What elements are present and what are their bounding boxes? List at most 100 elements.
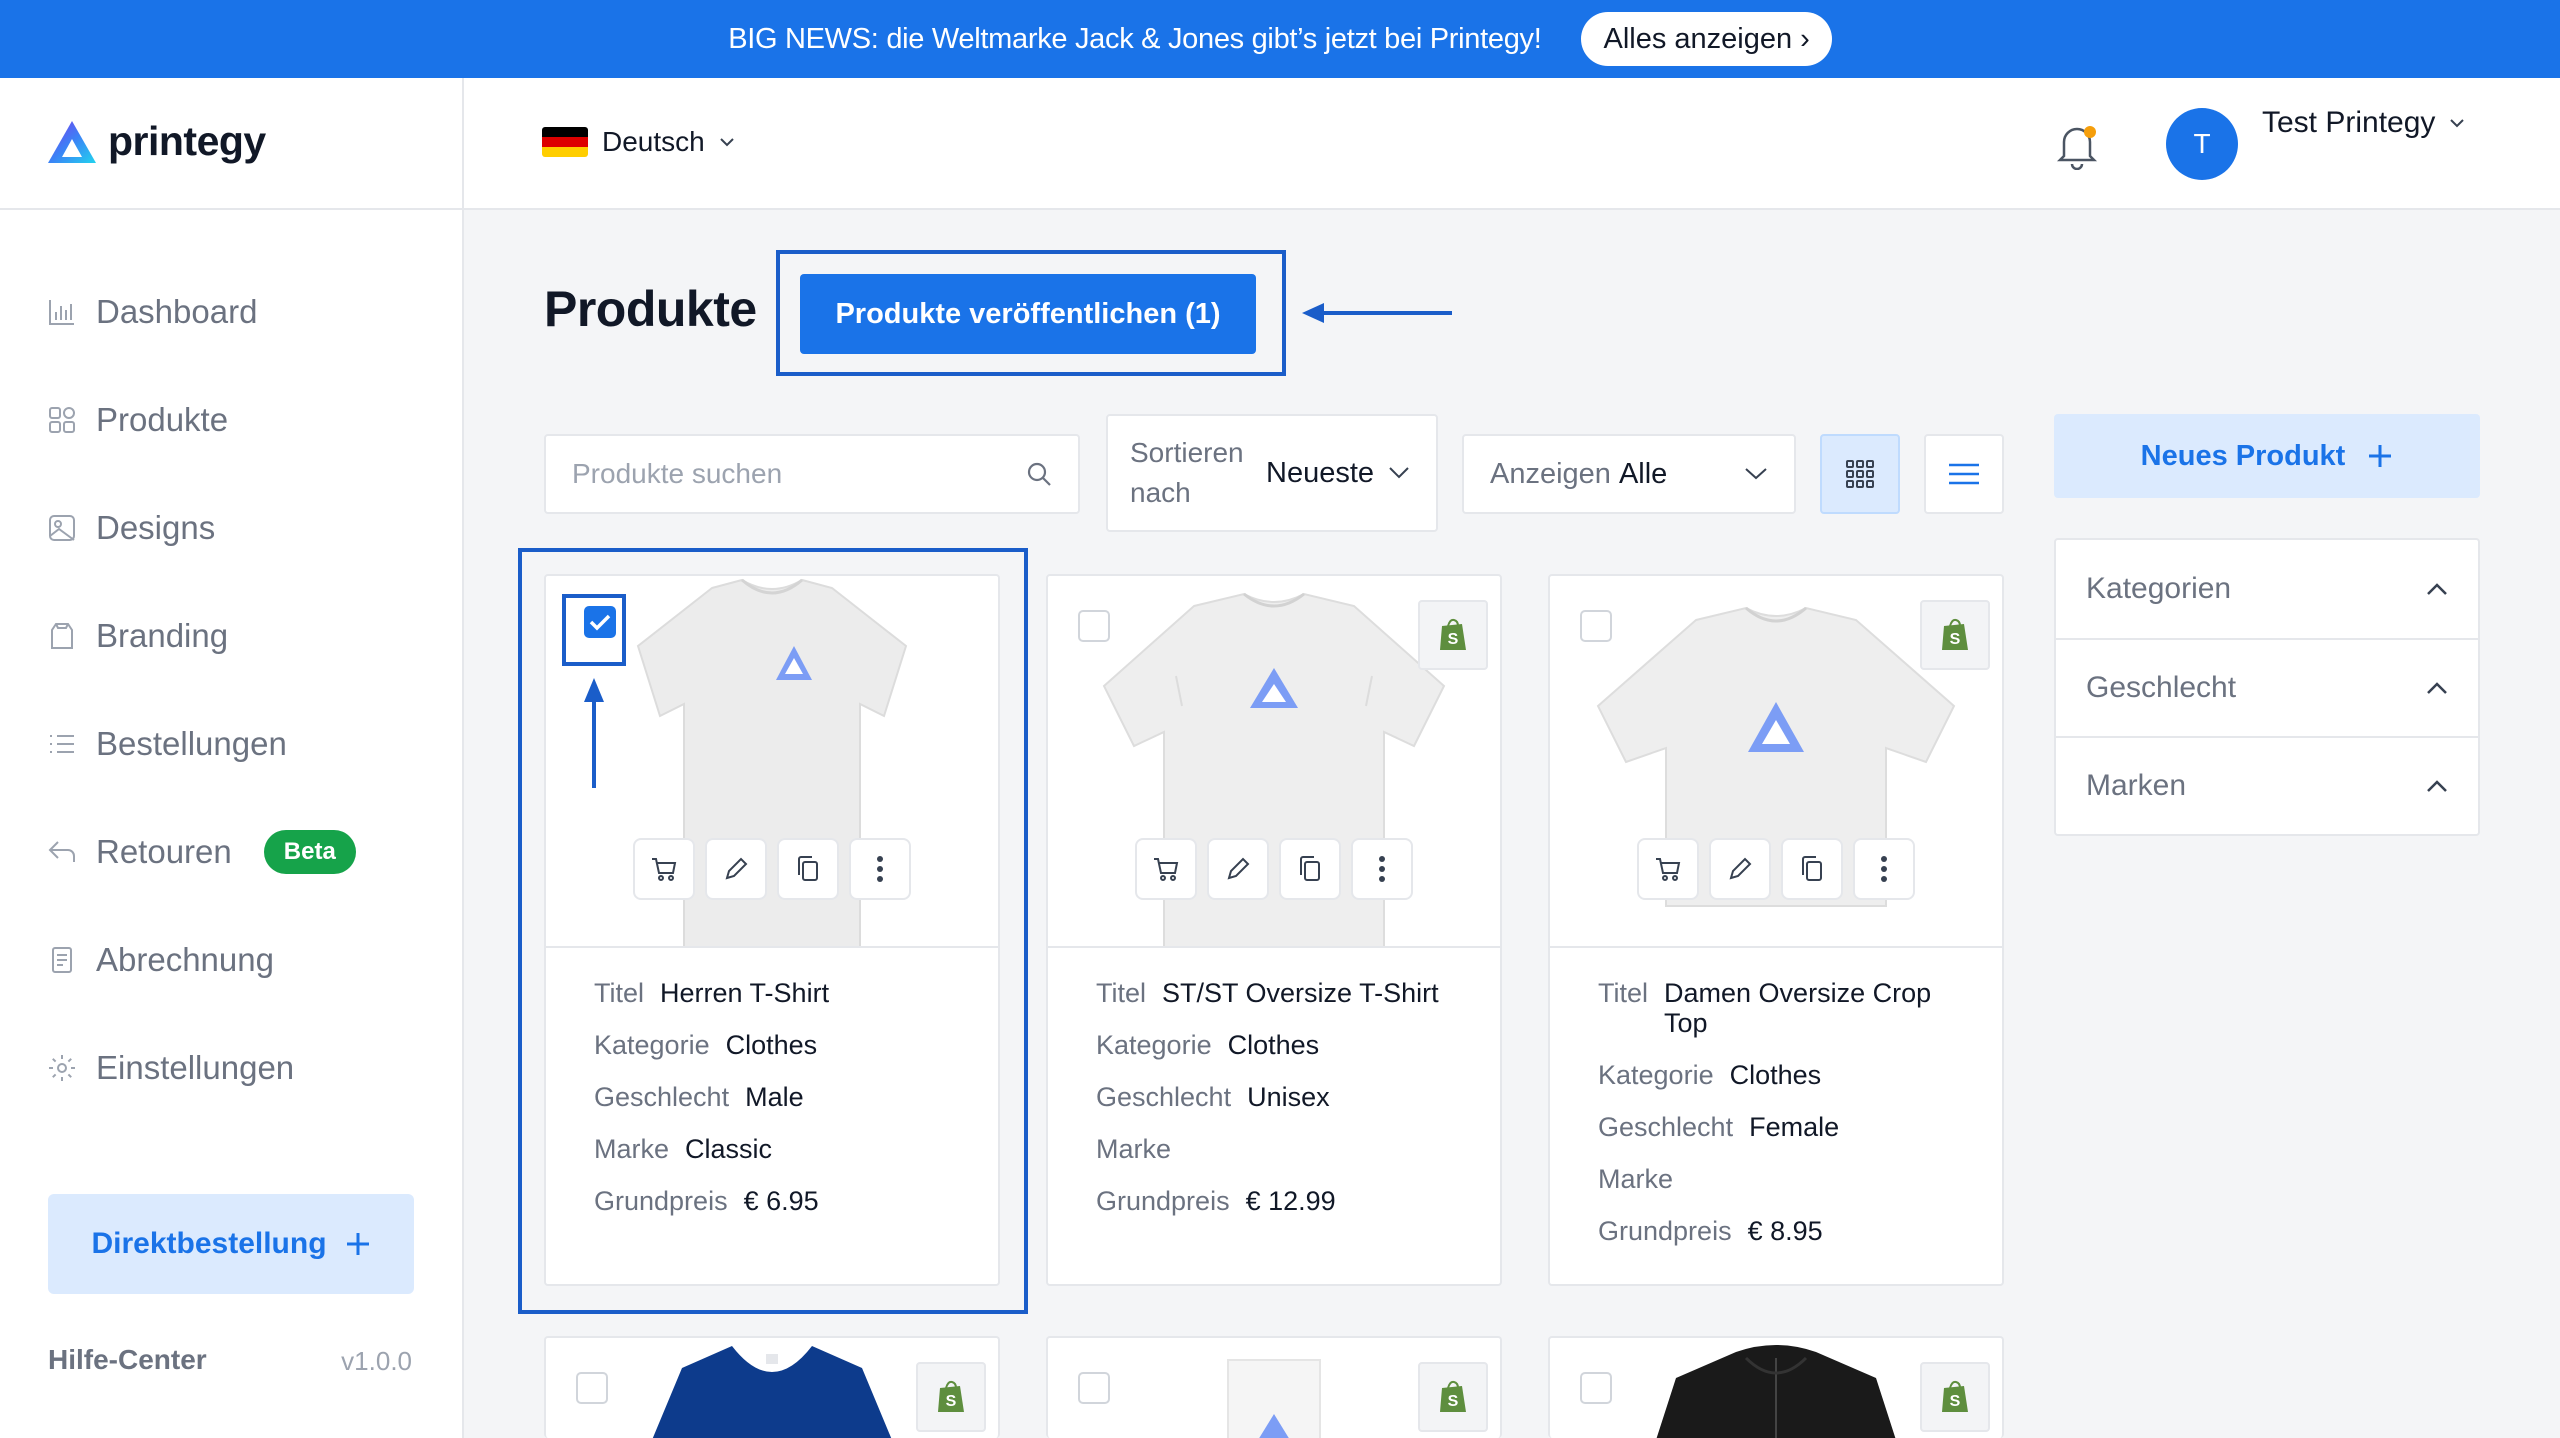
field-label: Kategorie <box>1598 1060 1714 1090</box>
card-actions <box>633 838 911 900</box>
show-all-label: Alles anzeigen <box>1603 22 1793 55</box>
product-select-checkbox[interactable] <box>576 1372 608 1404</box>
sidebar-item-label: Dashboard <box>96 293 258 330</box>
field-label: Grundpreis <box>1096 1186 1230 1216</box>
sidebar-nav: Dashboard Produkte Designs Branding Best… <box>46 258 356 1122</box>
filter-brands[interactable]: Marken <box>2056 736 2478 834</box>
edit-button[interactable] <box>1709 838 1771 900</box>
user-name: Test Printegy <box>2262 106 2436 139</box>
search-input[interactable] <box>572 458 1026 490</box>
filter-panel: Kategorien Geschlecht Marken <box>2054 538 2480 836</box>
more-options-button[interactable] <box>849 838 911 900</box>
more-vertical-icon <box>1881 856 1887 882</box>
product-card[interactable]: Titel Herren T-Shirt Kategorie Clothes Ges… <box>544 574 1000 1286</box>
sidebar: printegy Dashboard Produkte Designs Bran… <box>0 78 464 1438</box>
user-menu[interactable]: Test Printegy <box>2262 106 2465 140</box>
filter-gender[interactable]: Geschlecht <box>2056 638 2478 736</box>
arrow-left-icon <box>1302 303 1452 323</box>
svg-text:S: S <box>1448 631 1459 648</box>
field-label: Titel <box>1096 978 1147 1008</box>
help-center-link[interactable]: Hilfe-Center <box>48 1344 207 1376</box>
shopify-badge[interactable]: S <box>1920 1362 1990 1432</box>
sidebar-item-retouren[interactable]: Retouren Beta <box>46 798 356 906</box>
add-to-cart-button[interactable] <box>1637 838 1699 900</box>
shopify-icon: S <box>1440 618 1466 650</box>
edit-button[interactable] <box>705 838 767 900</box>
language-selector[interactable]: Deutsch <box>542 126 735 158</box>
new-product-label: Neues Produkt <box>2140 439 2346 472</box>
sidebar-item-einstellungen[interactable]: Einstellungen <box>46 1014 356 1122</box>
add-to-cart-button[interactable] <box>1135 838 1197 900</box>
product-card[interactable]: S <box>1548 1336 2004 1438</box>
direct-order-label: Direktbestellung <box>91 1227 327 1260</box>
sidebar-item-branding[interactable]: Branding <box>46 582 356 690</box>
product-select-checkbox[interactable] <box>1580 1372 1612 1404</box>
search-box[interactable] <box>544 434 1080 514</box>
new-product-button[interactable]: Neues Produkt <box>2054 414 2480 498</box>
product-price: € 12.99 <box>1245 1186 1336 1216</box>
shopify-badge[interactable]: S <box>1418 1362 1488 1432</box>
show-all-button[interactable]: Alles anzeigen › <box>1581 12 1832 66</box>
sidebar-item-abrechnung[interactable]: Abrechnung <box>46 906 356 1014</box>
edit-button[interactable] <box>1207 838 1269 900</box>
field-label: Grundpreis <box>1598 1216 1732 1246</box>
product-card[interactable]: S <box>544 1336 1000 1438</box>
show-dropdown[interactable]: Anzeigen Alle <box>1462 434 1796 514</box>
product-select-checkbox[interactable] <box>1580 610 1612 642</box>
filter-label: Kategorien <box>2086 572 2232 605</box>
sort-value: Neueste <box>1266 456 1375 489</box>
filter-label: Geschlecht <box>2086 671 2237 704</box>
duplicate-button[interactable] <box>777 838 839 900</box>
shopify-badge[interactable]: S <box>1418 600 1488 670</box>
product-card[interactable]: S Titel Damen Oversize Crop Top Kategorie… <box>1548 574 2004 1286</box>
add-to-cart-button[interactable] <box>633 838 695 900</box>
shopify-icon: S <box>1440 1380 1466 1412</box>
product-category: Clothes <box>1227 1030 1320 1060</box>
notification-bell-icon[interactable] <box>2054 120 2100 170</box>
filter-categories[interactable]: Kategorien <box>2056 540 2478 638</box>
list-view-button[interactable] <box>1924 434 2004 514</box>
logo[interactable]: printegy <box>46 118 266 165</box>
field-label: Grundpreis <box>594 1186 728 1216</box>
publish-products-button[interactable]: Produkte veröffentlichen (1) <box>800 274 1256 354</box>
product-price: € 6.95 <box>743 1186 819 1216</box>
field-label: Geschlecht <box>1598 1112 1734 1142</box>
menu-lines-icon <box>1949 463 1979 485</box>
tag-icon <box>51 623 73 649</box>
product-image: S <box>1048 1338 1500 1438</box>
product-title: Herren T-Shirt <box>660 978 830 1008</box>
grid-icon <box>49 407 75 433</box>
product-image: S <box>1550 1338 2002 1438</box>
product-details: Titel Damen Oversize Crop Top Kategorie Cl… <box>1550 948 2002 1278</box>
direct-order-button[interactable]: Direktbestellung <box>48 1194 414 1294</box>
product-select-checkbox[interactable] <box>1078 1372 1110 1404</box>
product-card[interactable]: S <box>1046 1336 1502 1438</box>
sidebar-item-designs[interactable]: Designs <box>46 474 356 582</box>
product-card[interactable]: S Titel ST/ST Oversize T-Shirt Kategorie C… <box>1046 574 1502 1286</box>
chevron-up-icon <box>2427 682 2447 694</box>
avatar[interactable]: T <box>2166 108 2238 180</box>
duplicate-button[interactable] <box>1781 838 1843 900</box>
product-select-checkbox[interactable] <box>1078 610 1110 642</box>
black-hoodie-image <box>1656 1345 1896 1438</box>
announcement-banner: BIG NEWS: die Weltmarke Jack & Jones gib… <box>0 0 2560 78</box>
sidebar-item-produkte[interactable]: Produkte <box>46 366 356 474</box>
language-label: Deutsch <box>602 126 705 157</box>
duplicate-button[interactable] <box>1279 838 1341 900</box>
field-label: Kategorie <box>1096 1030 1212 1060</box>
beta-badge: Beta <box>263 830 356 874</box>
sort-dropdown[interactable]: Sortieren nach Neueste <box>1106 414 1438 532</box>
shopify-badge[interactable]: S <box>1920 600 1990 670</box>
shopify-badge[interactable]: S <box>916 1362 986 1432</box>
product-brand: Classic <box>685 1134 773 1164</box>
sidebar-item-dashboard[interactable]: Dashboard <box>46 258 356 366</box>
banner-text: BIG NEWS: die Weltmarke Jack & Jones gib… <box>728 22 1542 55</box>
product-gender: Unisex <box>1247 1082 1330 1112</box>
product-gender: Female <box>1749 1112 1840 1142</box>
grid-view-button[interactable] <box>1820 434 1900 514</box>
more-options-button[interactable] <box>1853 838 1915 900</box>
sidebar-item-bestellungen[interactable]: Bestellungen <box>46 690 356 798</box>
product-details: Titel Herren T-Shirt Kategorie Clothes Ges… <box>546 948 998 1248</box>
more-options-button[interactable] <box>1351 838 1413 900</box>
svg-text:S: S <box>1950 631 1961 648</box>
